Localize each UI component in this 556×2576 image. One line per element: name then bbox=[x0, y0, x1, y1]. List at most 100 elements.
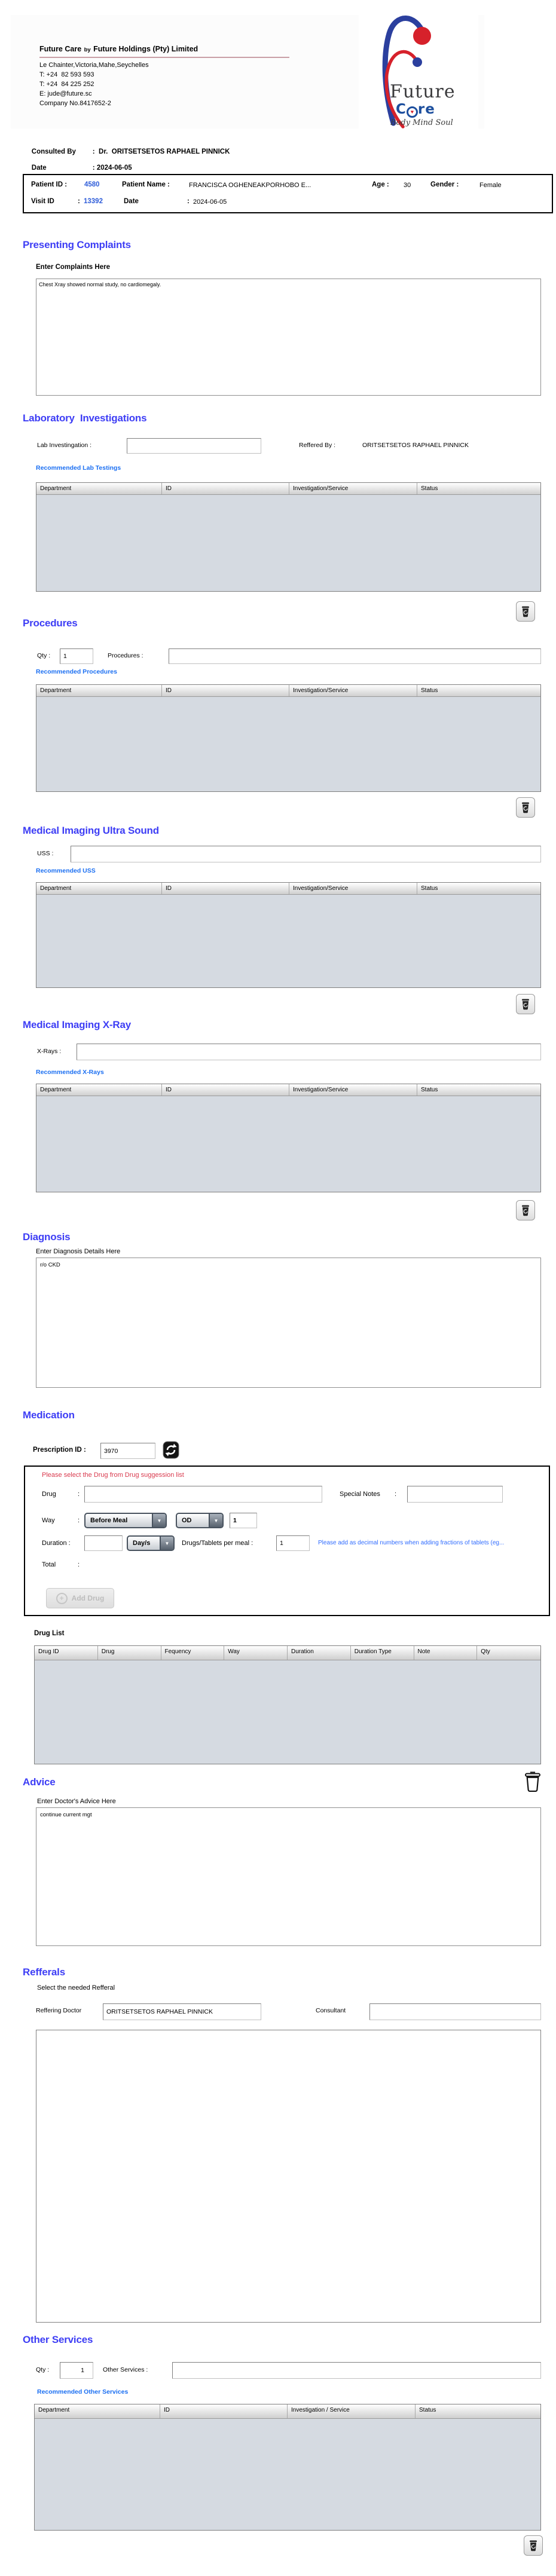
table-header-row: Department ID Investigation/Service Stat… bbox=[36, 883, 540, 895]
delete-other-service-button[interactable] bbox=[524, 2535, 543, 2556]
procedures-qty-label: Qty : bbox=[37, 652, 50, 659]
other-services-field-label: Other Services : bbox=[103, 2366, 148, 2373]
patient-name-value: FRANCISCA OGHENEAKPORHOBO E... bbox=[189, 182, 311, 189]
frequency-qty-input[interactable] bbox=[230, 1513, 257, 1528]
recommended-lab-testings-link[interactable]: Recommended Lab Testings bbox=[36, 464, 121, 472]
procedures-qty-input[interactable] bbox=[60, 648, 93, 664]
column-header: Drug ID bbox=[35, 1646, 98, 1660]
delete-lab-item-button[interactable] bbox=[516, 601, 535, 622]
column-header: Duration bbox=[288, 1646, 351, 1660]
table-header-row: Department ID Investigation/Service Stat… bbox=[36, 483, 540, 495]
duration-unit-dropdown[interactable]: Day/s ▼ bbox=[127, 1535, 175, 1551]
company-name-bold: Future Care bbox=[39, 45, 81, 53]
column-header: Fequency bbox=[161, 1646, 225, 1660]
lab-table-body[interactable] bbox=[36, 495, 540, 591]
special-notes-input[interactable] bbox=[407, 1486, 503, 1503]
recommended-uss-link[interactable]: Recommended USS bbox=[36, 867, 96, 874]
referred-by-value: ORITSETSETOS RAPHAEL PINNICK bbox=[362, 442, 469, 449]
recommended-xrays-link[interactable]: Recommended X-Rays bbox=[36, 1069, 104, 1076]
add-drug-button[interactable]: + Add Drug bbox=[46, 1588, 114, 1608]
ultrasound-table-body[interactable] bbox=[36, 895, 540, 987]
other-services-table: Department ID Investigation / Service St… bbox=[34, 2404, 541, 2531]
delete-advice-button[interactable] bbox=[524, 1770, 544, 1794]
way-label: Way bbox=[42, 1517, 55, 1524]
advice-textarea[interactable]: continue current mgt bbox=[36, 1807, 541, 1946]
delete-uss-item-button[interactable] bbox=[516, 994, 535, 1014]
frequency-value: OD bbox=[177, 1514, 209, 1527]
referral-list-box[interactable] bbox=[36, 2030, 541, 2323]
section-title-presenting-complaints: Presenting Complaints bbox=[23, 239, 131, 251]
delete-procedure-button[interactable] bbox=[516, 797, 535, 818]
complaints-textarea[interactable]: Chest Xray showed normal study, no cardi… bbox=[36, 279, 541, 396]
column-header: ID bbox=[162, 685, 289, 696]
drug-list-label: Drug List bbox=[34, 1630, 64, 1637]
other-qty-input[interactable] bbox=[60, 2362, 93, 2379]
diagnosis-textarea[interactable]: r/o CKD bbox=[36, 1258, 541, 1388]
column-header: Investigation/Service bbox=[289, 483, 417, 494]
referred-by-label: Reffered By : bbox=[299, 442, 335, 449]
date-label: Date bbox=[32, 164, 93, 172]
xray-table-body[interactable] bbox=[36, 1096, 540, 1191]
trash-icon bbox=[521, 1204, 530, 1216]
company-phone-1: T: +24 82 593 593 bbox=[39, 71, 94, 78]
section-title-laboratory: Laboratory Investigations bbox=[23, 412, 146, 424]
company-address: Le Chainter,Victoria,Mahe,Seychelles bbox=[39, 62, 149, 69]
visit-date-value: 2024-06-05 bbox=[193, 198, 227, 206]
xrays-input[interactable] bbox=[77, 1044, 541, 1060]
column-header: ID bbox=[162, 1084, 289, 1096]
patient-info-box: Patient ID : 4580 Patient Name : FRANCIS… bbox=[23, 174, 553, 213]
company-phone-2: T: +24 84 225 252 bbox=[39, 81, 94, 88]
chevron-down-icon: ▼ bbox=[160, 1537, 173, 1550]
section-title-other-services: Other Services bbox=[23, 2334, 93, 2346]
frequency-dropdown[interactable]: OD ▼ bbox=[176, 1513, 224, 1528]
procedures-table-body[interactable] bbox=[36, 697, 540, 791]
other-qty-label: Qty : bbox=[36, 2366, 49, 2373]
drug-list-table: Drug ID Drug Fequency Way Duration Durat… bbox=[34, 1645, 541, 1764]
referring-doctor-label: Reffering Doctor bbox=[36, 2007, 81, 2014]
consultant-label: Consultant bbox=[316, 2007, 346, 2014]
logo-word-care: C♥re bbox=[396, 102, 435, 118]
future-care-logo: Future C♥re Body Mind Soul bbox=[359, 5, 478, 129]
recommended-procedures-link[interactable]: Recommended Procedures bbox=[36, 668, 117, 675]
column-header: Investigation / Service bbox=[288, 2404, 416, 2418]
duration-input[interactable] bbox=[84, 1535, 123, 1551]
drug-input[interactable] bbox=[84, 1486, 322, 1503]
section-title-referrals: Refferals bbox=[23, 1966, 65, 1978]
advice-label: Enter Doctor's Advice Here bbox=[37, 1798, 116, 1805]
column-header: Department bbox=[35, 2404, 160, 2418]
section-title-diagnosis: Diagnosis bbox=[23, 1231, 70, 1243]
consultant-input[interactable] bbox=[369, 2003, 541, 2020]
xrays-label: X-Rays : bbox=[37, 1048, 61, 1055]
logo-heart-icon: ♥ bbox=[407, 106, 418, 118]
per-meal-label: Drugs/Tablets per meal : bbox=[182, 1540, 253, 1547]
lab-results-table: Department ID Investigation/Service Stat… bbox=[36, 482, 541, 592]
meal-timing-dropdown[interactable]: Before Meal ▼ bbox=[84, 1513, 167, 1528]
chevron-down-icon: ▼ bbox=[152, 1514, 166, 1527]
company-name-rest: Future Holdings (Pty) Limited bbox=[93, 45, 198, 53]
per-meal-input[interactable] bbox=[276, 1535, 310, 1551]
section-title-procedures: Procedures bbox=[23, 617, 78, 629]
recommended-other-services-link[interactable]: Recommended Other Services bbox=[37, 2388, 128, 2396]
table-header-row: Department ID Investigation / Service St… bbox=[35, 2404, 540, 2419]
lab-investigation-input[interactable] bbox=[127, 438, 261, 454]
visit-date-label: Date bbox=[124, 198, 139, 205]
column-header: Investigation/Service bbox=[289, 883, 417, 894]
prescription-id-input[interactable] bbox=[100, 1443, 155, 1459]
uss-input[interactable] bbox=[71, 846, 541, 862]
consulted-by-value: Dr. ORITSETSETOS RAPHAEL PINNICK bbox=[99, 148, 230, 155]
refresh-prescription-button[interactable] bbox=[163, 1441, 179, 1459]
other-services-table-body[interactable] bbox=[35, 2419, 540, 2531]
complaints-label: Enter Complaints Here bbox=[36, 264, 110, 271]
drug-list-table-body[interactable] bbox=[35, 1660, 540, 1765]
other-services-input[interactable] bbox=[172, 2362, 541, 2379]
uss-label: USS : bbox=[37, 850, 53, 857]
duration-unit-value: Day/s bbox=[128, 1537, 160, 1550]
delete-xray-item-button[interactable] bbox=[516, 1200, 535, 1220]
procedures-input[interactable] bbox=[169, 648, 541, 664]
referring-doctor-input[interactable] bbox=[103, 2003, 261, 2020]
column-header: ID bbox=[162, 883, 289, 894]
column-header: Qty bbox=[477, 1646, 540, 1660]
patient-name-label: Patient Name : bbox=[122, 181, 170, 188]
visit-id-value: 13392 bbox=[84, 198, 103, 205]
column-header: ID bbox=[162, 483, 289, 494]
